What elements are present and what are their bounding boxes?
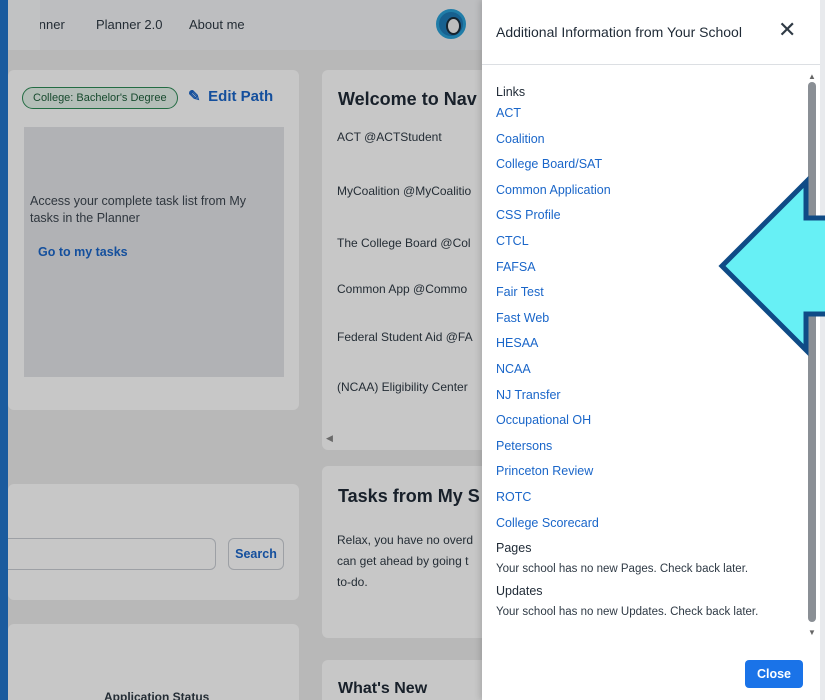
- link-occupational-oh[interactable]: Occupational OH: [496, 412, 796, 438]
- link-college-scorecard[interactable]: College Scorecard: [496, 515, 796, 541]
- panel-scrollbar[interactable]: ▲ ▼: [807, 72, 817, 642]
- panel-header: Additional Information from Your School …: [482, 0, 820, 65]
- scroll-up-icon[interactable]: ▲: [808, 72, 816, 81]
- updates-note: Your school has no new Updates. Check ba…: [496, 606, 759, 619]
- link-ncaa[interactable]: NCAA: [496, 361, 796, 387]
- link-nj-transfer[interactable]: NJ Transfer: [496, 387, 796, 413]
- frame-left-border: [0, 0, 8, 700]
- updates-heading: Updates: [496, 584, 543, 599]
- link-rotc[interactable]: ROTC: [496, 489, 796, 515]
- link-princeton-review[interactable]: Princeton Review: [496, 463, 796, 489]
- scroll-down-icon[interactable]: ▼: [808, 628, 816, 637]
- links-heading: Links: [496, 85, 526, 99]
- annotation-arrow-icon: [718, 176, 825, 356]
- pages-heading: Pages: [496, 541, 532, 556]
- close-icon[interactable]: ✕: [778, 19, 796, 41]
- link-act[interactable]: ACT: [496, 105, 796, 131]
- close-button[interactable]: Close: [745, 660, 803, 688]
- panel-title: Additional Information from Your School: [496, 24, 742, 40]
- link-coalition[interactable]: Coalition: [496, 131, 796, 157]
- pages-note: Your school has no new Pages. Check back…: [496, 563, 749, 576]
- link-petersons[interactable]: Petersons: [496, 438, 796, 464]
